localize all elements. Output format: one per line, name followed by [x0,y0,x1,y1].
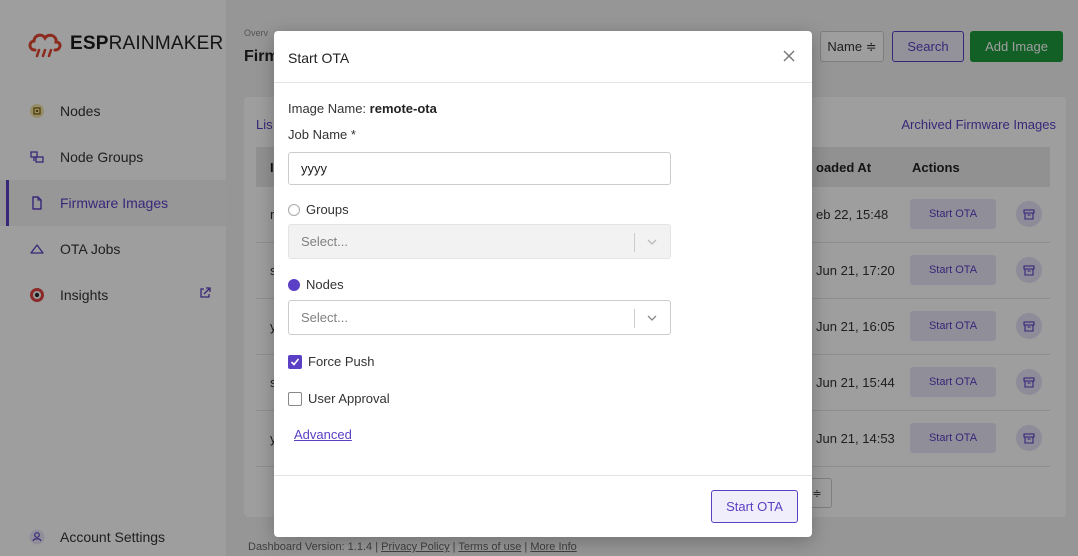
app-root: ESPRAINMAKER Nodes Node Groups Firmware … [0,0,1078,556]
dialog-footer-divider [274,475,812,476]
image-name-label: Image Name: [288,101,367,116]
select-separator [634,233,635,252]
force-push-checkbox[interactable] [288,354,302,369]
advanced-link[interactable]: Advanced [294,427,352,442]
nodes-radio-option[interactable]: Nodes [288,277,344,292]
job-name-label: Job Name * [288,127,356,142]
image-name-value: remote-ota [369,101,437,116]
select-separator [634,309,635,328]
groups-select-placeholder: Select... [301,234,348,249]
close-icon[interactable] [782,49,796,63]
groups-label: Groups [306,202,349,217]
job-name-input[interactable] [288,152,671,185]
force-push-label: Force Push [308,354,375,369]
chevron-down-icon[interactable] [646,313,658,323]
force-push-option[interactable]: Force Push [288,354,374,369]
user-approval-label: User Approval [308,391,390,406]
image-name-line: Image Name: remote-ota [288,101,437,116]
user-approval-option[interactable]: User Approval [288,391,390,406]
user-approval-checkbox[interactable] [288,391,302,406]
nodes-radio[interactable] [288,278,300,291]
nodes-select[interactable]: Select... [288,300,671,335]
start-ota-dialog: Start OTA Image Name: remote-ota Job Nam… [274,31,812,537]
groups-radio[interactable] [288,203,300,216]
groups-radio-option[interactable]: Groups [288,202,349,217]
chevron-down-icon[interactable] [646,237,658,247]
groups-select[interactable]: Select... [288,224,671,259]
dialog-header: Start OTA [274,31,812,83]
start-ota-button[interactable]: Start OTA [711,490,798,523]
nodes-select-placeholder: Select... [301,310,348,325]
dialog-title: Start OTA [288,50,350,66]
checkmark-icon [290,357,300,366]
nodes-label: Nodes [306,277,344,292]
